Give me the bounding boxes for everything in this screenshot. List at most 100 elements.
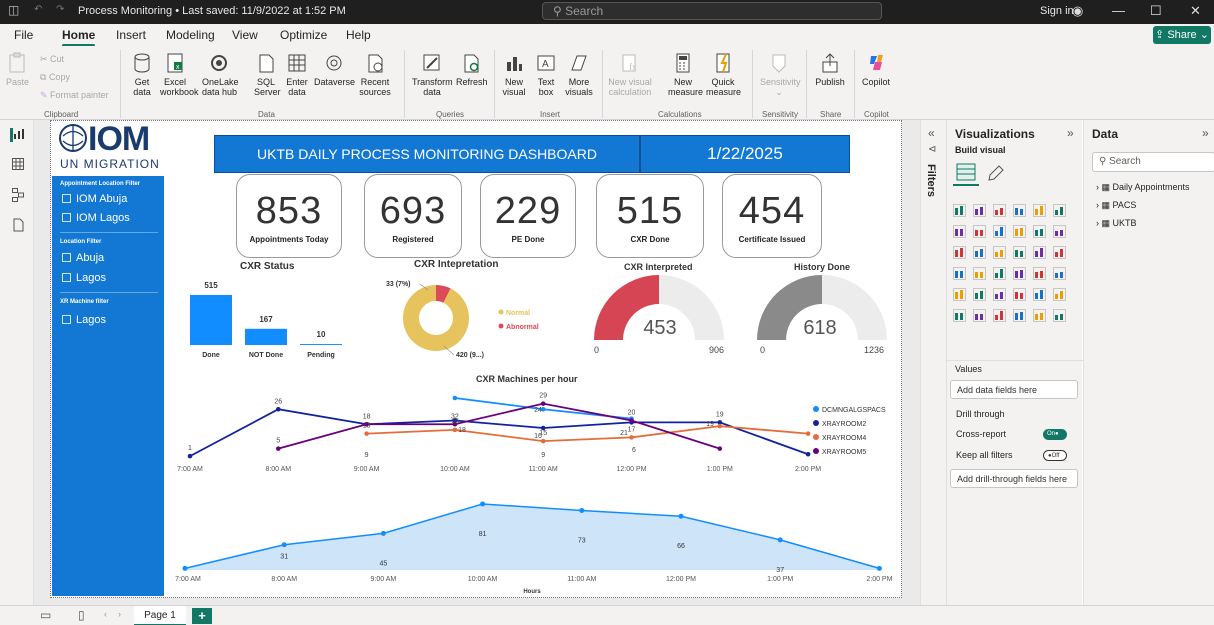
point-data-label: 9	[365, 452, 369, 459]
azure-map-visual-icon[interactable]	[953, 267, 966, 280]
card-visual-icon[interactable]	[993, 267, 1006, 280]
line-visual-icon[interactable]	[953, 225, 966, 238]
gauge-max-label: 1236	[864, 345, 884, 355]
cxr-interpretation-donut[interactable]: 33 (7%) 420 (9...) Normal Abnormal	[386, 281, 539, 359]
add-drill-through-well[interactable]: Add drill-through fields here	[950, 469, 1078, 488]
toggle-state: Off	[1051, 453, 1060, 459]
r-visual-visual-icon[interactable]	[993, 288, 1006, 301]
cross-report-label: Cross-report	[956, 429, 1007, 439]
bar-category-label: NOT Done	[249, 352, 283, 359]
scatter-visual-icon[interactable]	[953, 246, 966, 259]
keep-all-filters-toggle[interactable]: ●Off	[1043, 450, 1067, 461]
clustered-column-visual-icon[interactable]	[1013, 204, 1026, 217]
python-visual-visual-icon[interactable]	[1013, 288, 1026, 301]
table-daily-appointments[interactable]: › ▦ Daily Appointments	[1096, 182, 1190, 193]
legend-marker	[813, 406, 819, 412]
point-data-label: 6	[632, 447, 636, 454]
page-tab-1[interactable]: Page 1	[134, 606, 186, 625]
point-data-label: 21	[620, 430, 628, 437]
matrix-visual-icon[interactable]	[973, 288, 986, 301]
table-visual-icon[interactable]	[953, 288, 966, 301]
map-visual-icon[interactable]	[1033, 246, 1046, 259]
funnel-visual-icon[interactable]	[1053, 225, 1066, 238]
kpi-visual-icon[interactable]	[1033, 267, 1046, 280]
gauge-visual-icon[interactable]	[973, 267, 986, 280]
sign-in-link[interactable]: Sign in	[1040, 5, 1074, 17]
ribbon-visual-icon[interactable]	[1013, 225, 1026, 238]
narrative-visual-icon[interactable]	[973, 309, 986, 322]
data-point	[276, 406, 281, 412]
table-name: UKTB	[1112, 218, 1137, 228]
hours-area-chart[interactable]: 31 45 81 73 66 37 7:00 AM 8:00 AM 9:00 AM 10:00 A…	[175, 501, 893, 596]
add-page-button[interactable]: +	[192, 608, 212, 624]
maximize-icon[interactable]: ☐	[1150, 3, 1162, 19]
visualizations-pane: Visualizations » Build visual Values	[946, 120, 1083, 605]
gauge-max-label: 906	[709, 345, 724, 355]
qa-visual-icon[interactable]	[953, 309, 966, 322]
cxr-status-bar-chart[interactable]: 515 Done 167 NOT Done 10 Pending	[190, 281, 342, 359]
paginated-visual-icon[interactable]	[993, 309, 1006, 322]
collapse-icon[interactable]: »	[1067, 126, 1074, 140]
100-column-visual-icon[interactable]	[1053, 204, 1066, 217]
metrics-visual-icon[interactable]	[1013, 309, 1026, 322]
legend-label: XRAYROOM2	[822, 421, 866, 428]
point-data-label: 24	[534, 407, 542, 414]
treemap-visual-icon[interactable]	[1013, 246, 1026, 259]
desktop-layout-icon[interactable]: ▭	[40, 608, 51, 622]
donut-visual-icon[interactable]	[993, 246, 1006, 259]
bar-not-done	[245, 328, 287, 345]
donut-data-label: 33 (7%)	[386, 281, 411, 288]
more-visual-icon[interactable]	[1053, 309, 1066, 322]
data-search-input[interactable]: ⚲ Search	[1092, 152, 1214, 172]
table-pacs[interactable]: › ▦ PACS	[1096, 200, 1136, 211]
build-visual-tab[interactable]	[953, 160, 979, 186]
expand-icon[interactable]: «	[928, 126, 935, 140]
collapse-icon[interactable]: »	[1202, 126, 1209, 140]
toggle-state: On	[1047, 431, 1056, 437]
account-icon[interactable]: ◉	[1072, 3, 1083, 19]
x-tick-label: 9:00 AM	[371, 576, 397, 583]
area-point	[777, 537, 783, 543]
data-point	[717, 446, 723, 451]
multi-row-card-visual-icon[interactable]	[1013, 267, 1026, 280]
gauge-value: 453	[643, 317, 676, 339]
prev-page-icon[interactable]: ‹	[104, 609, 107, 619]
clustered-bar-visual-icon[interactable]	[993, 204, 1006, 217]
bar-category-label: Pending	[307, 352, 335, 359]
x-tick-label: 12:00 PM	[617, 466, 647, 473]
close-icon[interactable]: ✕	[1190, 3, 1201, 19]
mobile-layout-icon[interactable]: ▯	[78, 608, 85, 622]
cross-report-toggle[interactable]: On●	[1043, 429, 1067, 440]
pie-visual-icon[interactable]	[973, 246, 986, 259]
100-bar-visual-icon[interactable]	[1033, 204, 1046, 217]
filled-map-visual-icon[interactable]	[1053, 246, 1066, 259]
slicer-visual-icon[interactable]	[1053, 267, 1066, 280]
legend-label: Abnormal	[506, 324, 539, 331]
stacked-area-visual-icon[interactable]	[993, 225, 1006, 238]
format-visual-tab[interactable]	[987, 164, 1005, 185]
key-influencers-visual-icon[interactable]	[1033, 288, 1046, 301]
table-uktb[interactable]: › ▦ UKTB	[1096, 218, 1137, 229]
filters-pane-collapsed[interactable]: « ⊲ Filters	[920, 120, 946, 605]
share-button[interactable]: ⇪ Share ⌄	[1153, 26, 1211, 44]
stacked-bar-visual-icon[interactable]	[953, 204, 966, 217]
decomposition-tree-visual-icon[interactable]	[1053, 288, 1066, 301]
visual-type-gallery	[953, 204, 1079, 354]
waterfall-visual-icon[interactable]	[1033, 225, 1046, 238]
power-apps-visual-icon[interactable]	[1033, 309, 1046, 322]
gauge-value: 618	[803, 317, 836, 339]
area-point	[182, 565, 188, 571]
history-done-gauge[interactable]: 618 0 1236	[757, 275, 887, 355]
add-data-fields-well[interactable]: Add data fields here	[950, 380, 1078, 399]
area-fill	[185, 504, 880, 570]
stacked-column-visual-icon[interactable]	[973, 204, 986, 217]
minimize-icon[interactable]: —	[1112, 3, 1125, 18]
filter-icon: ⊲	[928, 144, 937, 155]
bar-data-label: 10	[317, 330, 326, 339]
next-page-icon[interactable]: ›	[118, 609, 121, 619]
machines-line-chart[interactable]: 7:00 AM 8:00 AM 9:00 AM 10:00 AM 11:00 AM 12:…	[177, 393, 886, 473]
area-visual-icon[interactable]	[973, 225, 986, 238]
area-data-label: 37	[776, 567, 784, 574]
bar-category-label: Done	[202, 352, 220, 359]
cxr-interpreted-gauge[interactable]: 453 0 906	[594, 275, 724, 355]
